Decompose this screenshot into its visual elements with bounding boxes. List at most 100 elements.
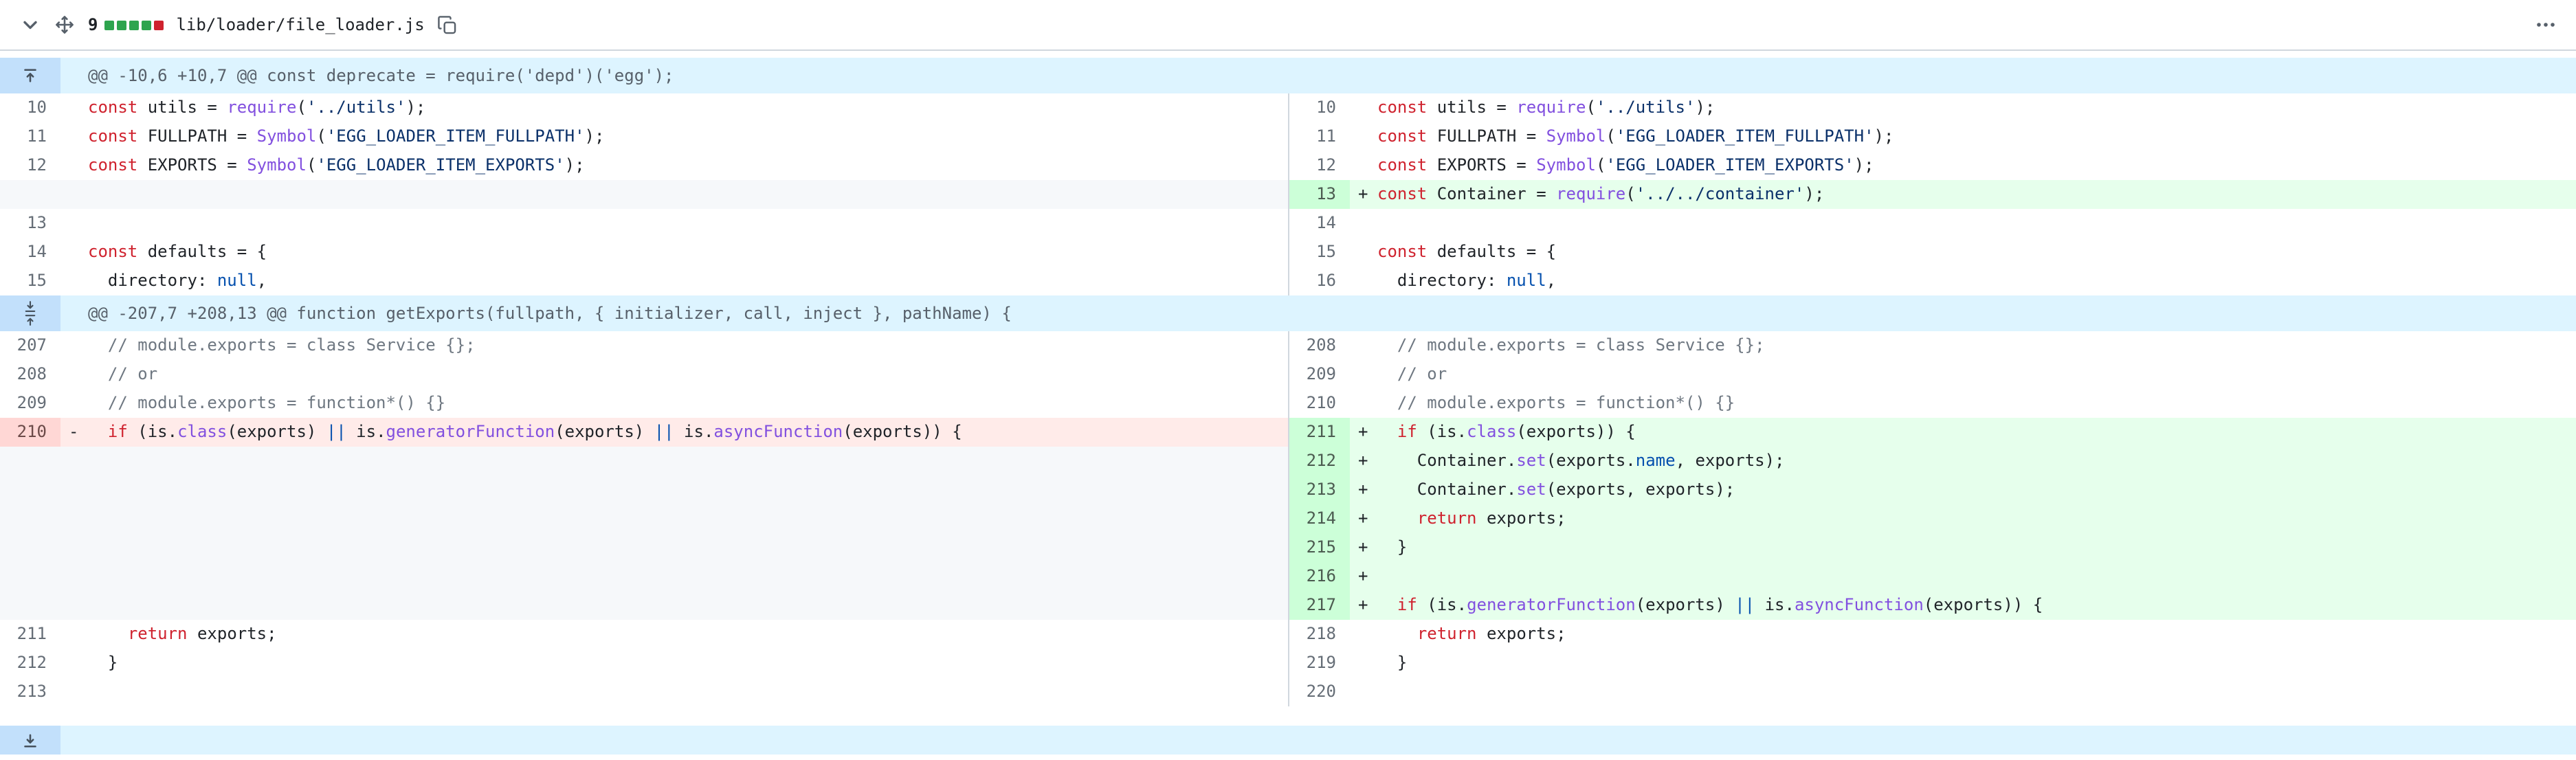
code-line: - if (is.class(exports) || is.generatorF… <box>60 418 1288 447</box>
code-line: const defaults = { <box>1350 238 2576 267</box>
line-number[interactable]: 12 <box>1289 151 1350 180</box>
unfold-down-button[interactable] <box>0 726 60 755</box>
line-number[interactable]: 14 <box>0 238 60 267</box>
diffstat-addition-block <box>129 20 139 30</box>
right-addition-cell: 212+ Container.set(exports.name, exports… <box>1288 447 2576 476</box>
diff-line-row: 217+ if (is.generatorFunction(exports) |… <box>0 591 2576 620</box>
empty-cell <box>0 562 1288 591</box>
line-number[interactable]: 207 <box>0 331 60 360</box>
code-line <box>1350 678 2576 706</box>
diff-rows: @@ -10,6 +10,7 @@ const deprecate = requ… <box>0 51 2576 755</box>
collapse-file-button[interactable] <box>19 14 41 36</box>
unfold-up-down-button[interactable] <box>0 295 60 331</box>
copy-path-button[interactable] <box>437 14 458 35</box>
line-number[interactable]: 212 <box>1289 447 1350 476</box>
empty-cell <box>0 180 1288 209</box>
unfold-down-icon <box>22 732 38 748</box>
code-line: // module.exports = class Service {}; <box>1350 331 2576 360</box>
line-number[interactable]: 218 <box>1289 620 1350 649</box>
line-number[interactable]: 10 <box>0 93 60 122</box>
diff-line-row: 15 directory: null,16 directory: null, <box>0 267 2576 295</box>
code-line: const defaults = { <box>60 238 1288 267</box>
left-context-cell: 11const FULLPATH = Symbol('EGG_LOADER_IT… <box>0 122 1288 151</box>
hunk-header-text <box>60 726 88 755</box>
code-line: } <box>1350 649 2576 678</box>
line-number[interactable]: 16 <box>1289 267 1350 295</box>
diff-line-row: 10const utils = require('../utils');10co… <box>0 93 2576 122</box>
line-number[interactable]: 11 <box>1289 122 1350 151</box>
line-number[interactable]: 208 <box>1289 331 1350 360</box>
line-number[interactable]: 220 <box>1289 678 1350 706</box>
line-number[interactable]: 213 <box>0 678 60 706</box>
diff-line-row: 213+ Container.set(exports, exports); <box>0 476 2576 504</box>
left-context-cell: 212 } <box>0 649 1288 678</box>
line-number[interactable]: 209 <box>1289 360 1350 389</box>
file-path[interactable]: lib/loader/file_loader.js <box>176 15 424 34</box>
arrows-move-icon <box>54 14 76 36</box>
line-number[interactable]: 216 <box>1289 562 1350 591</box>
diff-marker: + <box>1350 533 1377 562</box>
code-line: const utils = require('../utils'); <box>1350 93 2576 122</box>
diff-line-row: 214+ return exports; <box>0 504 2576 533</box>
line-number[interactable]: 12 <box>0 151 60 180</box>
line-number[interactable]: 211 <box>1289 418 1350 447</box>
line-number[interactable]: 217 <box>1289 591 1350 620</box>
diffstat-addition-block <box>117 20 126 30</box>
file-options-button[interactable] <box>2535 14 2557 36</box>
line-number[interactable]: 210 <box>1289 389 1350 418</box>
unfold-up-button[interactable] <box>0 58 60 93</box>
line-number[interactable]: 213 <box>1289 476 1350 504</box>
right-context-cell: 15const defaults = { <box>1288 238 2576 267</box>
hunk-header-text: @@ -207,7 +208,13 @@ function getExports… <box>60 295 1012 331</box>
line-number[interactable]: 214 <box>1289 504 1350 533</box>
line-number[interactable]: 13 <box>0 209 60 238</box>
line-number[interactable]: 15 <box>0 267 60 295</box>
empty-cell <box>0 504 1288 533</box>
line-number[interactable]: 210 <box>0 418 60 447</box>
code-line: + <box>1350 562 2576 591</box>
line-number[interactable]: 219 <box>1289 649 1350 678</box>
hunk-header-row: @@ -207,7 +208,13 @@ function getExports… <box>0 295 2576 331</box>
line-number[interactable]: 15 <box>1289 238 1350 267</box>
code-line: + return exports; <box>1350 504 2576 533</box>
line-number[interactable]: 14 <box>1289 209 1350 238</box>
diff-line-row: 208 // or209 // or <box>0 360 2576 389</box>
left-context-cell: 211 return exports; <box>0 620 1288 649</box>
left-context-cell: 10const utils = require('../utils'); <box>0 93 1288 122</box>
right-context-cell: 209 // or <box>1288 360 2576 389</box>
right-context-cell: 220 <box>1288 678 2576 706</box>
line-number[interactable]: 208 <box>0 360 60 389</box>
line-number[interactable]: 212 <box>0 649 60 678</box>
copy-icon <box>437 14 458 35</box>
code-line: const FULLPATH = Symbol('EGG_LOADER_ITEM… <box>1350 122 2576 151</box>
diff-marker: + <box>1350 180 1377 209</box>
left-context-cell: 12const EXPORTS = Symbol('EGG_LOADER_ITE… <box>0 151 1288 180</box>
diff-line-row: 213 220 <box>0 678 2576 706</box>
code-line: directory: null, <box>60 267 1288 295</box>
diff-line-row: 13+const Container = require('../../cont… <box>0 180 2576 209</box>
code-line <box>1350 209 2576 238</box>
diffstat-addition-block <box>104 20 114 30</box>
right-addition-cell: 13+const Container = require('../../cont… <box>1288 180 2576 209</box>
line-number[interactable]: 209 <box>0 389 60 418</box>
code-line: + Container.set(exports.name, exports); <box>1350 447 2576 476</box>
line-number[interactable]: 211 <box>0 620 60 649</box>
line-number[interactable]: 10 <box>1289 93 1350 122</box>
empty-cell <box>0 447 1288 476</box>
code-line <box>60 678 1288 706</box>
right-context-cell: 10const utils = require('../utils'); <box>1288 93 2576 122</box>
code-line: // module.exports = class Service {}; <box>60 331 1288 360</box>
line-number[interactable]: 11 <box>0 122 60 151</box>
line-number[interactable]: 215 <box>1289 533 1350 562</box>
right-context-cell: 12const EXPORTS = Symbol('EGG_LOADER_ITE… <box>1288 151 2576 180</box>
diff-marker: + <box>1350 476 1377 504</box>
right-addition-cell: 211+ if (is.class(exports)) { <box>1288 418 2576 447</box>
diff-line-row: 212+ Container.set(exports.name, exports… <box>0 447 2576 476</box>
line-number[interactable]: 13 <box>1289 180 1350 209</box>
code-line <box>60 209 1288 238</box>
code-line: + Container.set(exports, exports); <box>1350 476 2576 504</box>
chevron-down-icon <box>19 14 41 36</box>
right-addition-cell: 216+ <box>1288 562 2576 591</box>
empty-cell <box>0 476 1288 504</box>
drag-file-button[interactable] <box>54 14 76 36</box>
